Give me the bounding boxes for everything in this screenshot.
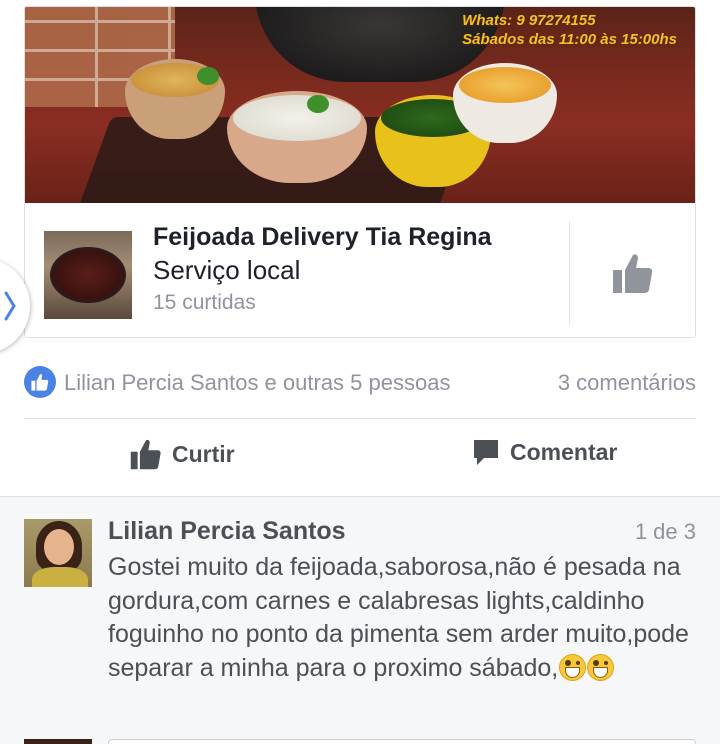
divider bbox=[24, 418, 696, 419]
opening-hours: Sábados das 11:00 às 15:00hs bbox=[462, 31, 677, 48]
comment-position: 1 de 3 bbox=[634, 519, 696, 544]
like-button[interactable]: Curtir bbox=[130, 438, 235, 470]
comment-count[interactable]: 3 comentários bbox=[558, 370, 696, 396]
next-commenter-avatar[interactable] bbox=[24, 739, 92, 744]
whatsapp-number: Whats: 9 97274155 bbox=[462, 12, 596, 29]
comment-body: Gostei muito da feijoada,saborosa,não é … bbox=[108, 551, 698, 685]
commenter-avatar[interactable] bbox=[24, 519, 92, 587]
like-page-button[interactable] bbox=[569, 221, 695, 325]
comments-section: Lilian Percia Santos 1 de 3 Gostei muito… bbox=[0, 496, 720, 744]
garnish bbox=[307, 95, 329, 113]
likers-text[interactable]: Lilian Percia Santos e outras 5 pessoas bbox=[64, 370, 450, 396]
like-button-label: Curtir bbox=[172, 440, 235, 467]
shared-page-card[interactable]: Whats: 9 97274155 Sábados das 11:00 às 1… bbox=[24, 6, 696, 338]
grinning-face-icon bbox=[559, 653, 587, 681]
speech-bubble-icon bbox=[474, 440, 498, 465]
page-profile-picture[interactable] bbox=[44, 231, 132, 319]
page-info: Feijoada Delivery Tia Regina Serviço loc… bbox=[25, 203, 695, 337]
page-name[interactable]: Feijoada Delivery Tia Regina bbox=[153, 223, 492, 252]
reaction-summary[interactable]: Lilian Percia Santos e outras 5 pessoas … bbox=[24, 362, 696, 402]
page-category: Serviço local bbox=[153, 255, 301, 285]
thumbs-up-icon bbox=[612, 254, 652, 293]
like-reaction-icon bbox=[24, 366, 56, 398]
comment-author[interactable]: Lilian Percia Santos bbox=[108, 517, 346, 546]
grinning-face-icon bbox=[587, 653, 615, 681]
comment-button-label: Comentar bbox=[510, 438, 618, 465]
garnish bbox=[197, 67, 219, 85]
comment-button[interactable]: Comentar bbox=[472, 438, 617, 466]
thumbs-up-icon bbox=[130, 439, 161, 470]
chevron-right-icon bbox=[4, 291, 16, 321]
action-bar: Curtir Comentar bbox=[0, 420, 720, 496]
page-like-count: 15 curtidas bbox=[153, 291, 256, 314]
cover-photo[interactable]: Whats: 9 97274155 Sábados das 11:00 às 1… bbox=[25, 7, 695, 203]
next-comment-box bbox=[108, 739, 696, 744]
cover-caption: Whats: 9 97274155 Sábados das 11:00 às 1… bbox=[462, 11, 677, 49]
orange-bowl bbox=[453, 63, 557, 143]
